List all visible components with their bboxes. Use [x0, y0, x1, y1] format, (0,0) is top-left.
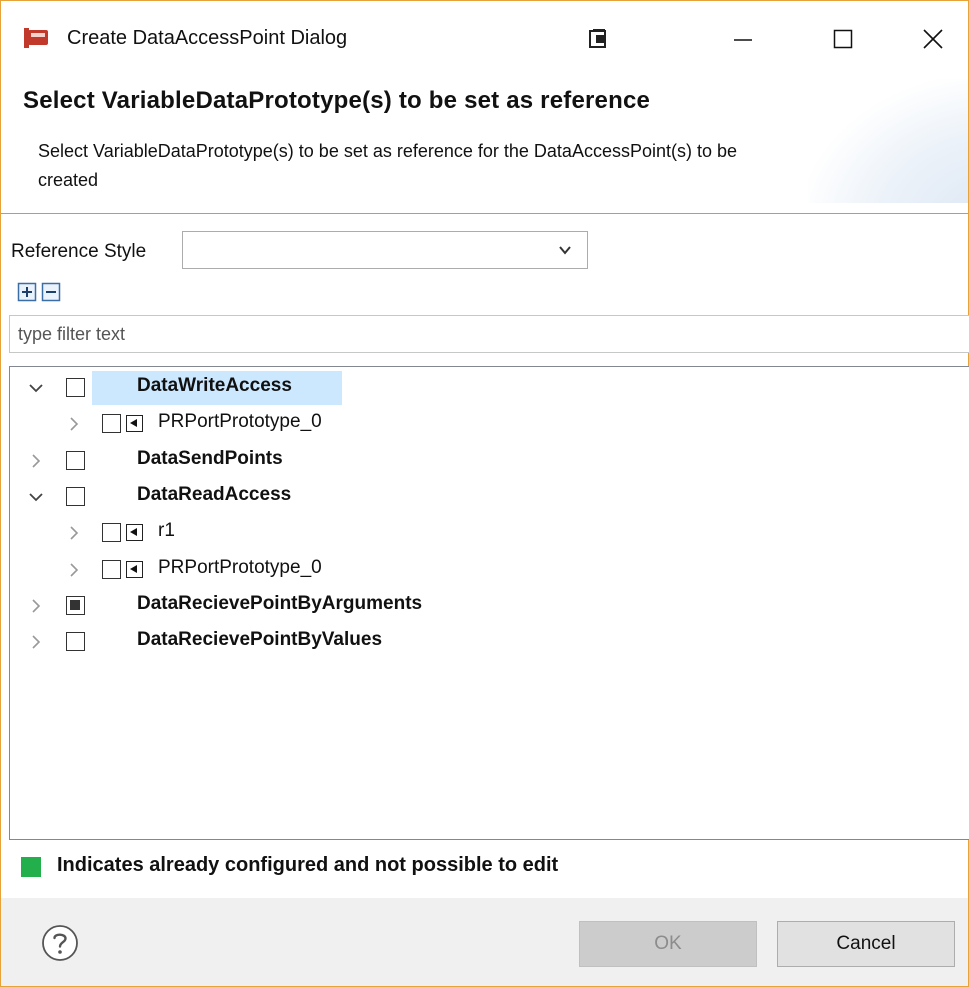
close-button[interactable]: [903, 15, 963, 63]
window-title: Create DataAccessPoint Dialog: [67, 27, 348, 49]
minimize-button[interactable]: [713, 15, 773, 63]
tree-item-label: DataReadAccess: [137, 484, 292, 505]
maximize-button[interactable]: [813, 15, 873, 63]
tree-item[interactable]: DataWriteAccess: [10, 371, 950, 405]
reference-style-dropdown[interactable]: [182, 231, 588, 269]
legend-text: Indicates already configured and not pos…: [57, 854, 559, 876]
tree-item[interactable]: r1: [10, 516, 950, 550]
tree-checkbox[interactable]: [66, 451, 85, 470]
header-banner-decoration: [808, 79, 968, 203]
close-icon: [923, 29, 943, 49]
filter-input[interactable]: [9, 315, 969, 353]
chevron-down-icon: [559, 246, 571, 255]
collapse-all-icon[interactable]: [41, 282, 61, 302]
port-prototype-icon: [126, 524, 143, 541]
tree-view[interactable]: DataWriteAccess PRPortPrototype_0 DataSe…: [9, 366, 969, 840]
chevron-right-icon[interactable]: [66, 416, 82, 432]
header-divider: [1, 213, 968, 214]
minimize-icon: [734, 39, 752, 41]
tree-item[interactable]: DataSendPoints: [10, 444, 950, 478]
app-logo-icon: [24, 28, 48, 48]
chevron-right-icon[interactable]: [28, 634, 44, 650]
dialog-window: Create DataAccessPoint Dialog Select Var…: [0, 0, 969, 987]
tree-checkbox[interactable]: [66, 632, 85, 651]
legend-color-swatch: [21, 857, 41, 877]
tree-item[interactable]: DataRecievePointByValues: [10, 625, 950, 659]
tree-item-label: DataRecievePointByValues: [137, 629, 383, 650]
port-prototype-icon: [126, 415, 143, 432]
tree-item-label: DataRecievePointByArguments: [137, 593, 423, 614]
port-prototype-icon: [126, 561, 143, 578]
tree-item-label: PRPortPrototype_0: [158, 411, 322, 432]
dialog-header: Select VariableDataPrototype(s) to be se…: [1, 79, 968, 213]
page-title: Select VariableDataPrototype(s) to be se…: [23, 87, 651, 114]
tree-item-label: DataSendPoints: [137, 448, 283, 469]
tree-item[interactable]: PRPortPrototype_0: [10, 553, 950, 587]
maximize-icon: [833, 29, 853, 49]
ok-button[interactable]: OK: [579, 921, 757, 967]
tree-item-label: DataWriteAccess: [137, 375, 292, 396]
tree-item[interactable]: DataReadAccess: [10, 480, 950, 514]
help-icon[interactable]: [40, 923, 80, 963]
tree-checkbox[interactable]: [66, 487, 85, 506]
chevron-right-icon[interactable]: [66, 525, 82, 541]
tree-checkbox[interactable]: [102, 414, 121, 433]
expand-all-icon[interactable]: [17, 282, 37, 302]
chevron-right-icon[interactable]: [28, 598, 44, 614]
chevron-down-icon[interactable]: [28, 380, 44, 396]
chevron-right-icon[interactable]: [28, 453, 44, 469]
page-description: Select VariableDataPrototype(s) to be se…: [38, 141, 738, 190]
tree-checkbox[interactable]: [102, 560, 121, 579]
title-bar: Create DataAccessPoint Dialog: [1, 1, 968, 79]
tree-item-label: r1: [158, 520, 175, 541]
cancel-button[interactable]: Cancel: [777, 921, 955, 967]
chevron-right-icon[interactable]: [66, 562, 82, 578]
tree-checkbox[interactable]: [66, 378, 85, 397]
tree-checkbox[interactable]: [102, 523, 121, 542]
tree-checkbox[interactable]: [66, 596, 85, 615]
tree-item[interactable]: DataRecievePointByArguments: [10, 589, 950, 623]
chevron-down-icon[interactable]: [28, 489, 44, 505]
tree-item-label: PRPortPrototype_0: [158, 557, 322, 578]
tree-item[interactable]: PRPortPrototype_0: [10, 407, 950, 441]
tablet-mode-icon[interactable]: [585, 25, 613, 53]
reference-style-label: Reference Style: [11, 241, 147, 262]
